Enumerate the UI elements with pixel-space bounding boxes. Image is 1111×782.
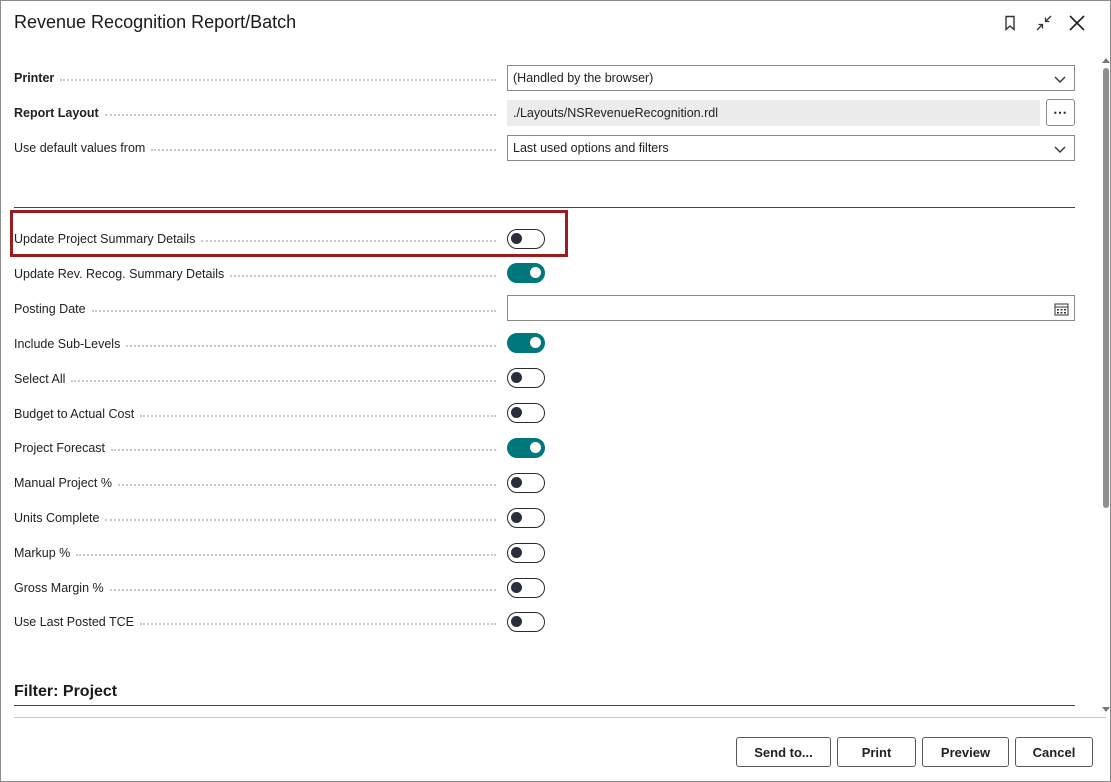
report-layout-value: ./Layouts/NSRevenueRecognition.rdl bbox=[513, 106, 718, 120]
footer-divider bbox=[14, 717, 1106, 718]
posting-date-label: Posting Date bbox=[14, 302, 86, 316]
include-sub-levels-row: Include Sub-Levels bbox=[14, 333, 496, 355]
update-rev-recog-summary-toggle[interactable] bbox=[507, 263, 545, 283]
budget-to-actual-cost-row: Budget to Actual Cost bbox=[14, 403, 496, 425]
printer-select[interactable]: (Handled by the browser) bbox=[507, 65, 1075, 91]
units-complete-label: Units Complete bbox=[14, 511, 100, 525]
close-icon[interactable] bbox=[1065, 11, 1089, 35]
report-dialog: Revenue Recognition Report/Batch Printer… bbox=[0, 0, 1111, 782]
leader-dots bbox=[109, 589, 496, 591]
gross-margin-pct-label: Gross Margin % bbox=[14, 581, 104, 595]
chevron-down-icon bbox=[1054, 73, 1066, 87]
default-values-row: Use default values from bbox=[14, 137, 496, 159]
update-project-summary-toggle[interactable] bbox=[507, 229, 545, 249]
leader-dots bbox=[71, 380, 496, 382]
leader-dots bbox=[230, 275, 496, 277]
vertical-scrollbar[interactable] bbox=[1101, 56, 1111, 712]
leader-dots bbox=[201, 240, 496, 242]
cancel-button[interactable]: Cancel bbox=[1015, 737, 1093, 767]
units-complete-row: Units Complete bbox=[14, 507, 496, 529]
toggle-knob bbox=[511, 512, 522, 523]
section-divider bbox=[14, 207, 1075, 208]
leader-dots bbox=[105, 519, 496, 521]
leader-dots bbox=[151, 149, 496, 151]
default-values-value: Last used options and filters bbox=[513, 141, 669, 155]
leader-dots bbox=[139, 623, 496, 625]
budget-to-actual-cost-toggle[interactable] bbox=[507, 403, 545, 423]
scroll-down-icon[interactable] bbox=[1102, 707, 1110, 712]
budget-to-actual-cost-label: Budget to Actual Cost bbox=[14, 407, 135, 421]
markup-pct-label: Markup % bbox=[14, 546, 71, 560]
leader-dots bbox=[111, 449, 496, 451]
toggle-knob bbox=[511, 477, 522, 488]
send-to-button[interactable]: Send to... bbox=[736, 737, 831, 767]
default-values-label: Use default values from bbox=[14, 141, 146, 155]
units-complete-toggle[interactable] bbox=[507, 508, 545, 528]
collapse-icon[interactable] bbox=[1032, 11, 1056, 35]
leader-dots bbox=[117, 484, 496, 486]
project-forecast-toggle[interactable] bbox=[507, 438, 545, 458]
toggle-knob bbox=[511, 372, 522, 383]
toggle-knob bbox=[511, 582, 522, 593]
calendar-icon[interactable] bbox=[1054, 302, 1069, 319]
use-last-posted-tce-label: Use Last Posted TCE bbox=[14, 615, 134, 629]
leader-dots bbox=[140, 415, 496, 417]
report-layout-field[interactable]: ./Layouts/NSRevenueRecognition.rdl bbox=[507, 100, 1040, 126]
default-values-select[interactable]: Last used options and filters bbox=[507, 135, 1075, 161]
toggle-knob bbox=[511, 407, 522, 418]
select-all-label: Select All bbox=[14, 372, 66, 386]
markup-pct-row: Markup % bbox=[14, 542, 496, 564]
scrollbar-thumb[interactable] bbox=[1103, 68, 1109, 508]
manual-project-pct-label: Manual Project % bbox=[14, 476, 112, 490]
leader-dots bbox=[126, 345, 496, 347]
project-forecast-row: Project Forecast bbox=[14, 437, 496, 459]
filter-divider bbox=[14, 705, 1075, 706]
update-rev-recog-summary-label: Update Rev. Recog. Summary Details bbox=[14, 267, 225, 281]
update-project-summary-row: Update Project Summary Details bbox=[14, 228, 496, 250]
manual-project-pct-toggle[interactable] bbox=[507, 473, 545, 493]
report-layout-label: Report Layout bbox=[14, 106, 99, 120]
preview-button[interactable]: Preview bbox=[922, 737, 1009, 767]
dialog-title: Revenue Recognition Report/Batch bbox=[14, 12, 297, 32]
posting-date-input[interactable] bbox=[507, 295, 1075, 321]
update-project-summary-label: Update Project Summary Details bbox=[14, 232, 196, 246]
report-layout-row: Report Layout bbox=[14, 102, 496, 124]
posting-date-row: Posting Date bbox=[14, 298, 496, 320]
toggle-knob bbox=[530, 337, 541, 348]
scroll-up-icon[interactable] bbox=[1102, 58, 1110, 63]
gross-margin-pct-toggle[interactable] bbox=[507, 578, 545, 598]
manual-project-pct-row: Manual Project % bbox=[14, 472, 496, 494]
chevron-down-icon bbox=[1054, 143, 1066, 157]
select-all-row: Select All bbox=[14, 368, 496, 390]
toggle-knob bbox=[511, 547, 522, 558]
toggle-knob bbox=[511, 616, 522, 627]
use-last-posted-tce-toggle[interactable] bbox=[507, 612, 545, 632]
project-forecast-label: Project Forecast bbox=[14, 441, 106, 455]
leader-dots bbox=[76, 554, 496, 556]
update-rev-recog-summary-row: Update Rev. Recog. Summary Details bbox=[14, 263, 496, 285]
toggle-knob bbox=[530, 267, 541, 278]
toggle-knob bbox=[530, 442, 541, 453]
leader-dots bbox=[60, 79, 496, 81]
leader-dots bbox=[104, 114, 496, 116]
markup-pct-toggle[interactable] bbox=[507, 543, 545, 563]
printer-value: (Handled by the browser) bbox=[513, 71, 654, 85]
print-button[interactable]: Print bbox=[837, 737, 916, 767]
printer-row: Printer bbox=[14, 67, 496, 89]
use-last-posted-tce-row: Use Last Posted TCE bbox=[14, 611, 496, 633]
printer-label: Printer bbox=[14, 71, 55, 85]
select-all-toggle[interactable] bbox=[507, 368, 545, 388]
toggle-knob bbox=[511, 233, 522, 244]
include-sub-levels-label: Include Sub-Levels bbox=[14, 337, 121, 351]
leader-dots bbox=[91, 310, 496, 312]
report-layout-more-button[interactable]: ⋯ bbox=[1046, 99, 1075, 126]
filter-section-title[interactable]: Filter: Project bbox=[14, 683, 117, 701]
include-sub-levels-toggle[interactable] bbox=[507, 333, 545, 353]
bookmark-icon[interactable] bbox=[998, 11, 1022, 35]
gross-margin-pct-row: Gross Margin % bbox=[14, 577, 496, 599]
